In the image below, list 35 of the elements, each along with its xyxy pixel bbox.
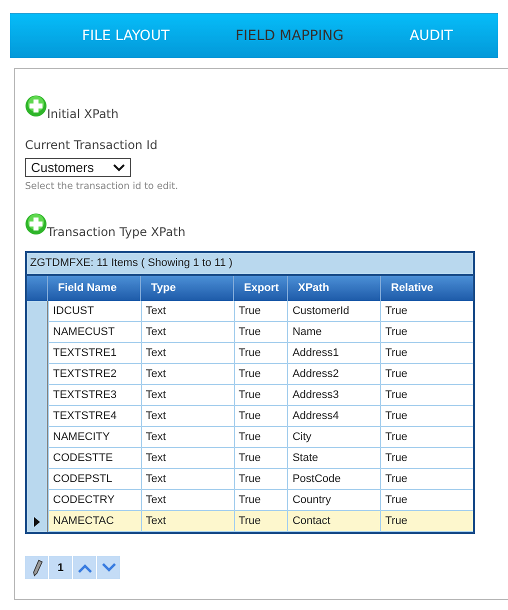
table-row[interactable]: CODESTTE Text True State True [27, 448, 473, 469]
table-row[interactable]: TEXTSTRE2 Text True Address2 True [27, 364, 473, 385]
edit-button[interactable] [25, 556, 48, 579]
table-cell: Contact [287, 511, 380, 532]
previous-button[interactable] [73, 556, 96, 579]
table-cell: True [380, 511, 473, 532]
chevron-down-icon [100, 562, 116, 572]
table-row[interactable]: TEXTSTRE4 Text True Address4 True [27, 406, 473, 427]
table-cell: Text [140, 511, 234, 532]
next-button[interactable] [97, 556, 120, 579]
table-row[interactable]: NAMECTAC Text True Contact True [27, 511, 473, 532]
table-row[interactable]: NAMECUST Text True Name True [27, 322, 473, 343]
row-selector[interactable] [27, 511, 48, 532]
grid-caption: ZGTDMFXE: 11 Items ( Showing 1 to 11 ) [27, 253, 473, 276]
table-row[interactable]: NAMECITY Text True City True [27, 427, 473, 448]
table-row[interactable]: CODECTRY Text True Country True [27, 490, 473, 511]
table-cell: True [234, 511, 288, 532]
chevron-down-icon [113, 164, 125, 172]
table-row[interactable]: IDCUST Text True CustomerId True [27, 301, 473, 322]
table-row[interactable]: CODEPSTL Text True PostCode True [27, 469, 473, 490]
tab[interactable]: FIELD MAPPING [232, 28, 348, 44]
chevron-up-icon [76, 562, 92, 572]
page-button[interactable]: 1 [49, 556, 72, 579]
table-cell: NAMECTAC [48, 511, 141, 532]
table-row[interactable]: TEXTSTRE1 Text True Address1 True [27, 343, 473, 364]
pencil-icon [30, 558, 42, 576]
table-row[interactable]: TEXTSTRE3 Text True Address3 True [27, 385, 473, 406]
add-icon[interactable] [25, 95, 47, 117]
current-row-icon [34, 516, 40, 526]
section-label: Transaction Type XPath [47, 225, 186, 239]
help-text: Select the transaction id to edit. [25, 181, 180, 192]
add-icon[interactable] [25, 213, 47, 235]
section-label: Initial XPath [47, 107, 119, 121]
transaction-dropdown[interactable]: Customers [25, 158, 131, 177]
field-label: Current Transaction Id [25, 138, 159, 152]
